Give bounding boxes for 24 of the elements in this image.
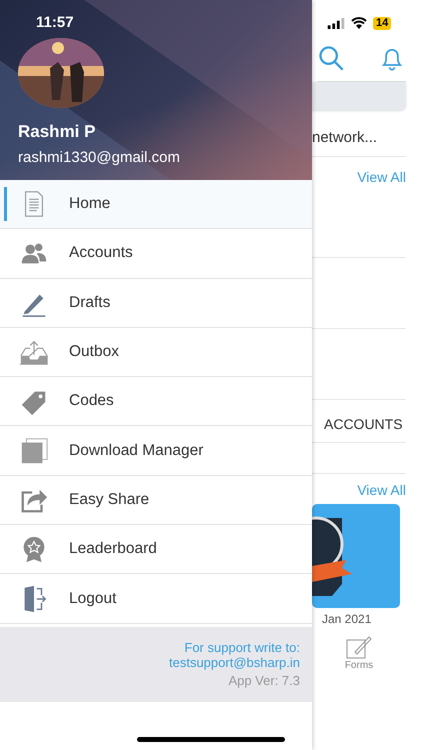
menu-item[interactable]: Outbox [0, 328, 312, 378]
menu-item[interactable]: Leaderboard [0, 525, 312, 574]
edit-form-icon [345, 634, 373, 660]
squares-icon [19, 436, 49, 466]
signal-icon [327, 18, 345, 28]
app-version: App Ver: 7.3 [228, 672, 300, 688]
status-time: 11:57 [36, 14, 75, 31]
search-icon[interactable] [317, 44, 345, 72]
item-date: Jan 2021 [322, 612, 372, 626]
menu-item[interactable]: Easy Share [0, 476, 312, 526]
menu-item[interactable]: Logout [0, 574, 312, 624]
wifi-icon [351, 17, 367, 29]
menu-item[interactable]: Codes [0, 377, 312, 426]
menu-item[interactable]: Download Manager [0, 426, 312, 476]
section-title: ACCOUNTS [324, 416, 404, 432]
menu-item[interactable]: Home [0, 180, 312, 230]
menu-item[interactable]: Drafts [0, 278, 312, 328]
menu-item[interactable]: Accounts [0, 229, 312, 279]
support-label: For support write to: [184, 640, 300, 655]
profile-email: rashmi1330@gmail.com [18, 149, 181, 166]
item-title: network... [312, 129, 378, 146]
forms-tab[interactable]: Forms [344, 634, 374, 671]
battery-level: 14 [373, 16, 392, 30]
profile-name: Rashmi P [18, 122, 96, 142]
